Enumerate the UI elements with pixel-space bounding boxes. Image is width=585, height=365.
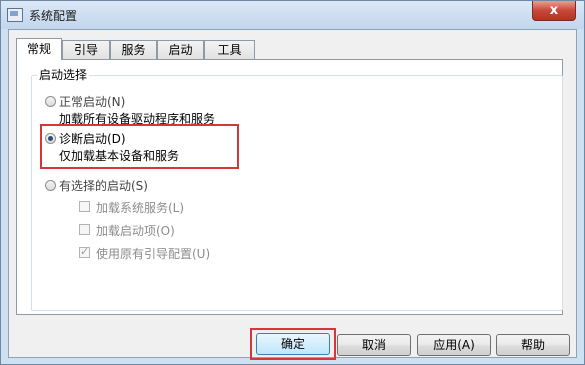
load-system-services-checkbox[interactable] [79, 201, 90, 212]
title-bar[interactable]: 系统配置 x [1, 1, 584, 29]
tab-startup[interactable]: 启动 [157, 40, 204, 59]
use-original-boot-config-option[interactable]: 使用原有引导配置(U) [79, 245, 279, 263]
apply-button[interactable]: 应用(A) [417, 334, 491, 356]
system-config-icon [7, 8, 23, 22]
load-startup-items-checkbox[interactable] [79, 224, 90, 235]
ok-button[interactable]: 确定 [256, 333, 330, 355]
use-original-boot-config-label: 使用原有引导配置(U) [96, 247, 211, 261]
tab-tools[interactable]: 工具 [204, 40, 255, 59]
help-button[interactable]: 帮助 [496, 334, 570, 356]
diagnostic-startup-radio[interactable] [45, 133, 56, 144]
diagnostic-startup-label: 诊断启动(D) [59, 132, 126, 146]
group-label: 启动选择 [37, 66, 90, 83]
diagnostic-startup-option[interactable]: 诊断启动(D) 仅加载基本设备和服务 [43, 130, 233, 166]
system-config-window: 系统配置 x 常规 引导 服务 启动 工具 启动选择 正常启动(N) 加载所有设… [0, 0, 585, 365]
tab-boot[interactable]: 引导 [62, 40, 110, 59]
load-system-services-label: 加载系统服务(L) [96, 201, 185, 215]
normal-startup-label: 正常启动(N) [59, 95, 126, 109]
dialog-body: 常规 引导 服务 启动 工具 启动选择 正常启动(N) 加载所有设备驱动程序和服… [8, 29, 577, 360]
tab-general[interactable]: 常规 [16, 38, 62, 60]
diagnostic-startup-description: 仅加载基本设备和服务 [59, 149, 180, 163]
load-startup-items-label: 加载启动项(O) [96, 224, 175, 238]
use-original-boot-config-checkbox[interactable] [79, 245, 90, 258]
close-button[interactable]: x [532, 1, 576, 21]
general-tab-panel: 启动选择 正常启动(N) 加载所有设备驱动程序和服务 诊断启动(D) 仅加载基本… [16, 59, 563, 315]
selective-startup-option[interactable]: 有选择的启动(S) [43, 177, 223, 195]
selective-startup-radio[interactable] [45, 180, 56, 191]
load-startup-items-option[interactable]: 加载启动项(O) [79, 222, 259, 240]
tab-services[interactable]: 服务 [110, 40, 157, 59]
load-system-services-option[interactable]: 加载系统服务(L) [79, 199, 259, 217]
selective-startup-label: 有选择的启动(S) [59, 179, 148, 193]
cancel-button[interactable]: 取消 [337, 334, 411, 356]
window-title: 系统配置 [29, 9, 78, 23]
normal-startup-radio[interactable] [45, 96, 56, 107]
